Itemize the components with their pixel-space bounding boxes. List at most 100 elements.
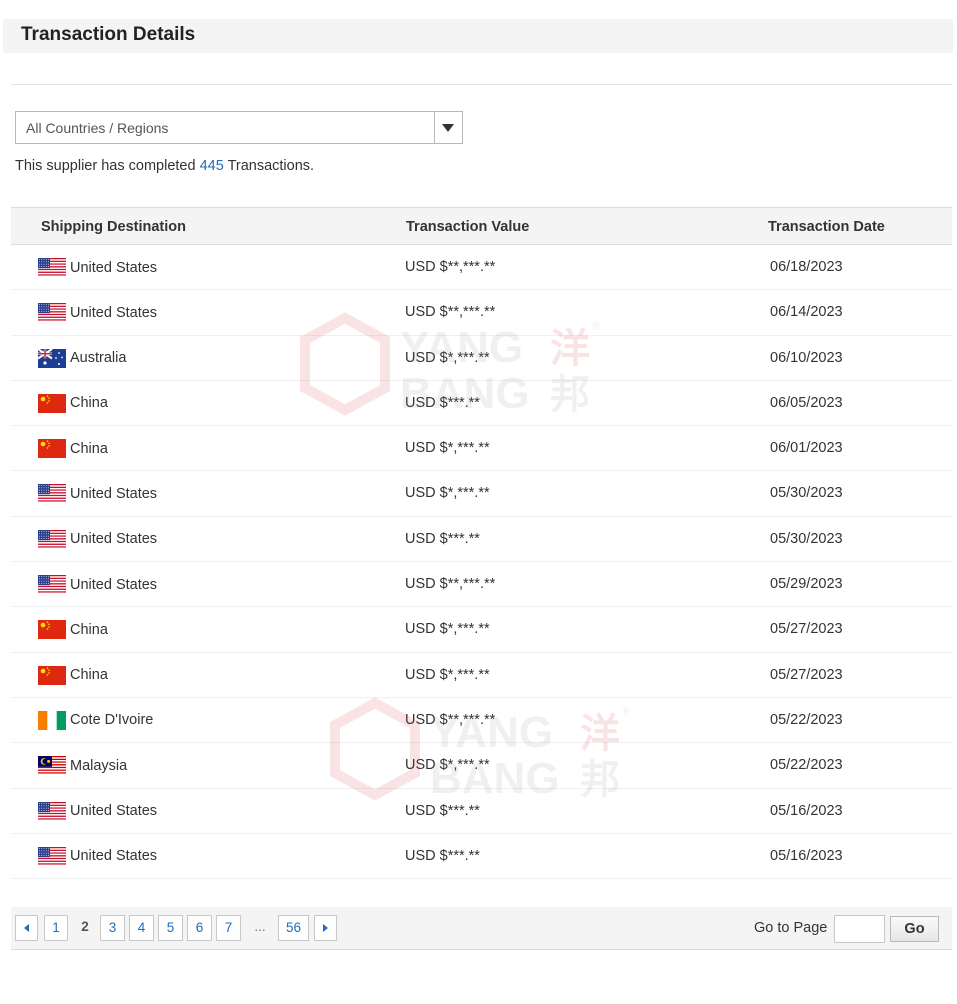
transaction-value: USD $**,***.** bbox=[405, 259, 496, 275]
country-name: Australia bbox=[70, 350, 127, 367]
transaction-value: USD $***.** bbox=[405, 847, 480, 864]
page-button-1[interactable]: 1 bbox=[44, 915, 68, 941]
table-row: China USD $*,***.** 05/27/2023 bbox=[11, 607, 952, 653]
transaction-date: 05/22/2023 bbox=[770, 711, 843, 728]
transaction-value: USD $***.** bbox=[405, 394, 480, 411]
table-row: Australia USD $*,***.** 06/10/2023 bbox=[11, 336, 952, 381]
country-name: United States bbox=[70, 848, 158, 865]
chevron-right-icon bbox=[323, 924, 328, 933]
destination-cell: United States bbox=[38, 834, 157, 879]
goto-page-label: Go to Page bbox=[754, 920, 828, 936]
page-button-4[interactable]: 4 bbox=[129, 915, 154, 941]
divider bbox=[11, 84, 952, 85]
country-name: China bbox=[70, 440, 108, 457]
transaction-value: USD $*,***.** bbox=[405, 757, 490, 774]
table-row: United States USD $*,***.** 05/30/2023 bbox=[11, 471, 952, 517]
country-name: United States bbox=[70, 531, 158, 548]
transaction-date: 06/10/2023 bbox=[770, 349, 843, 366]
transaction-date: 06/01/2023 bbox=[770, 440, 843, 457]
destination-cell: Malaysia bbox=[38, 743, 127, 788]
column-header-value: Transaction Value bbox=[406, 219, 530, 235]
chevron-left-icon bbox=[24, 924, 29, 933]
country-name: Cote D'Ivoire bbox=[70, 712, 154, 729]
transaction-value: USD $*,***.** bbox=[405, 349, 490, 366]
table-row: Cote D'Ivoire USD $**,***.** 05/22/2023 bbox=[11, 698, 952, 744]
transaction-date: 05/30/2023 bbox=[770, 530, 843, 547]
table-row: United States USD $***.** 05/16/2023 bbox=[11, 789, 952, 834]
destination-cell: United States bbox=[38, 789, 157, 834]
table-row: United States USD $**,***.** 06/14/2023 bbox=[11, 290, 952, 336]
page-button-5[interactable]: 5 bbox=[158, 915, 183, 941]
country-name: Malaysia bbox=[70, 757, 128, 774]
transaction-value: USD $**,***.** bbox=[405, 304, 496, 321]
country-name: United States bbox=[70, 259, 158, 276]
page-button-3[interactable]: 3 bbox=[100, 915, 125, 941]
cn-flag-icon bbox=[38, 620, 66, 640]
table-body: United States USD $**,***.** 06/18/2023 Uni… bbox=[11, 245, 952, 880]
destination-cell: Cote D'Ivoire bbox=[38, 698, 153, 743]
page-button-last[interactable]: 56 bbox=[278, 915, 309, 941]
chevron-down-icon bbox=[442, 124, 454, 132]
transaction-date: 05/22/2023 bbox=[770, 757, 843, 774]
select-value: All Countries / Regions bbox=[26, 120, 169, 136]
destination-cell: China bbox=[38, 426, 108, 471]
transaction-value: USD $**,***.** bbox=[405, 711, 496, 728]
table-row: United States USD $**,***.** 06/18/2023 bbox=[11, 245, 952, 291]
transaction-value: USD $***.** bbox=[405, 802, 480, 819]
page-ellipsis: ... bbox=[254, 919, 266, 934]
destination-cell: United States bbox=[38, 245, 157, 290]
transaction-date: 06/14/2023 bbox=[770, 304, 843, 321]
destination-cell: China bbox=[38, 607, 108, 652]
go-button[interactable]: Go bbox=[890, 916, 939, 942]
destination-cell: United States bbox=[38, 290, 157, 335]
us-flag-icon bbox=[38, 529, 66, 549]
destination-cell: United States bbox=[38, 517, 157, 562]
table-row: United States USD $***.** 05/16/2023 bbox=[11, 834, 952, 880]
transactions-table: Shipping Destination Transaction Value T… bbox=[11, 207, 952, 880]
transaction-date: 05/27/2023 bbox=[770, 666, 843, 683]
transaction-summary: This supplier has completed 445 Transact… bbox=[15, 158, 314, 174]
destination-cell: United States bbox=[38, 562, 157, 607]
table-row: China USD $***.** 06/05/2023 bbox=[11, 381, 952, 427]
country-name: China bbox=[70, 395, 108, 412]
us-flag-icon bbox=[38, 801, 66, 821]
transaction-value: USD $*,***.** bbox=[405, 440, 490, 457]
us-flag-icon bbox=[38, 484, 66, 504]
page-button-6[interactable]: 6 bbox=[187, 915, 212, 941]
goto-page-input[interactable] bbox=[834, 915, 885, 943]
transaction-date: 05/27/2023 bbox=[770, 621, 843, 638]
next-page-button[interactable] bbox=[314, 915, 337, 941]
page-title: Transaction Details bbox=[21, 24, 196, 45]
country-region-select[interactable]: All Countries / Regions bbox=[15, 111, 463, 144]
page-header: Transaction Details bbox=[3, 19, 953, 53]
transaction-value: USD $*,***.** bbox=[405, 666, 490, 683]
cn-flag-icon bbox=[38, 665, 66, 685]
prev-page-button[interactable] bbox=[15, 915, 38, 941]
us-flag-icon bbox=[38, 258, 66, 277]
country-name: China bbox=[70, 621, 108, 638]
transaction-count: 445 bbox=[199, 158, 224, 174]
transaction-value: USD $*,***.** bbox=[405, 621, 490, 638]
country-name: United States bbox=[70, 304, 158, 321]
us-flag-icon bbox=[38, 575, 66, 595]
page-button-7[interactable]: 7 bbox=[216, 915, 241, 941]
summary-suffix: Transactions. bbox=[227, 158, 315, 174]
page-button-current: 2 bbox=[81, 919, 89, 934]
cn-flag-icon bbox=[38, 393, 66, 413]
table-header: Shipping Destination Transaction Value T… bbox=[11, 207, 952, 245]
country-name: United States bbox=[70, 485, 158, 502]
country-name: United States bbox=[70, 803, 158, 820]
table-row: China USD $*,***.** 05/27/2023 bbox=[11, 653, 952, 698]
destination-cell: China bbox=[38, 653, 108, 698]
us-flag-icon bbox=[38, 846, 66, 866]
transaction-value: USD $**,***.** bbox=[405, 576, 496, 593]
table-row: United States USD $**,***.** 05/29/2023 bbox=[11, 562, 952, 608]
destination-cell: Australia bbox=[38, 336, 126, 381]
ci-flag-icon bbox=[38, 710, 66, 730]
au-flag-icon bbox=[38, 348, 66, 368]
transaction-date: 05/29/2023 bbox=[770, 576, 843, 593]
select-toggle[interactable] bbox=[434, 112, 462, 143]
transaction-date: 05/16/2023 bbox=[770, 802, 843, 819]
transaction-value: USD $***.** bbox=[405, 530, 480, 547]
destination-cell: China bbox=[38, 381, 108, 426]
